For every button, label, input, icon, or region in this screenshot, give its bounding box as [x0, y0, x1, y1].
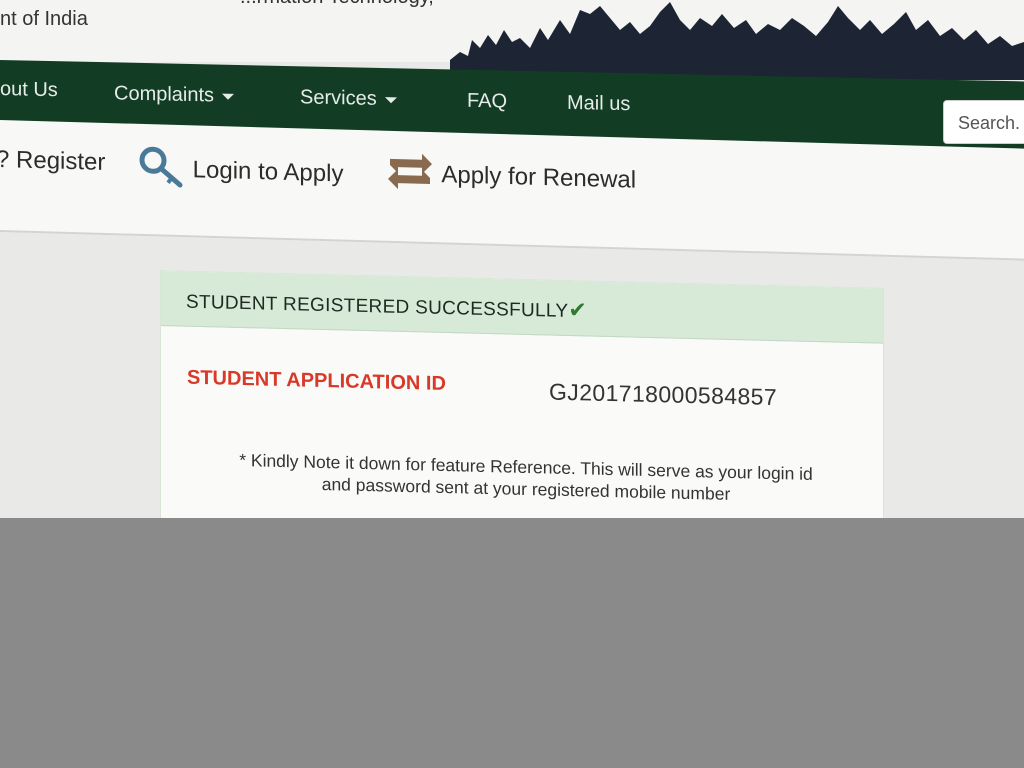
nav-complaints[interactable]: Complaints	[114, 82, 235, 108]
register-link[interactable]: ? Register	[0, 146, 105, 177]
search-input[interactable]: Search.	[943, 100, 1024, 144]
success-header: STUDENT REGISTERED SUCCESSFULLY✔	[161, 271, 883, 344]
application-id-label: STUDENT APPLICATION ID	[187, 366, 446, 395]
nav-about-us[interactable]: out Us	[0, 78, 58, 102]
org-name: nt of India	[0, 8, 88, 30]
success-title-text: STUDENT REGISTERED SUCCESSFULLY	[186, 291, 569, 322]
checkmark-icon: ✔	[568, 296, 588, 323]
site-header: ...rmation Technology, nt of India	[0, 0, 1024, 80]
renew-arrows-icon	[384, 151, 436, 199]
org-name-top: ...rmation Technology,	[240, 0, 434, 9]
graduation-skyline-image	[450, 2, 1024, 80]
login-to-apply-label: Login to Apply	[192, 156, 344, 188]
nav-complaints-label: Complaints	[114, 82, 215, 107]
success-title: STUDENT REGISTERED SUCCESSFULLY✔	[186, 288, 587, 324]
chevron-down-icon	[384, 96, 397, 104]
key-icon	[138, 144, 186, 196]
application-id-value: GJ201718000584857	[549, 378, 778, 411]
apply-renewal-link[interactable]: Apply for Renewal	[384, 151, 636, 205]
chevron-down-icon	[222, 93, 235, 100]
success-panel: STUDENT REGISTERED SUCCESSFULLY✔ STUDENT…	[160, 270, 884, 518]
nav-mail-us[interactable]: Mail us	[567, 92, 630, 116]
nav-faq[interactable]: FAQ	[467, 90, 507, 114]
page: ...rmation Technology, nt of India out U…	[0, 0, 1024, 518]
reference-note: * Kindly Note it down for feature Refere…	[181, 448, 871, 509]
login-to-apply-link[interactable]: Login to Apply	[138, 144, 343, 201]
apply-renewal-label: Apply for Renewal	[441, 161, 637, 194]
nav-services-label: Services	[300, 86, 377, 110]
nav-services[interactable]: Services	[300, 86, 397, 111]
